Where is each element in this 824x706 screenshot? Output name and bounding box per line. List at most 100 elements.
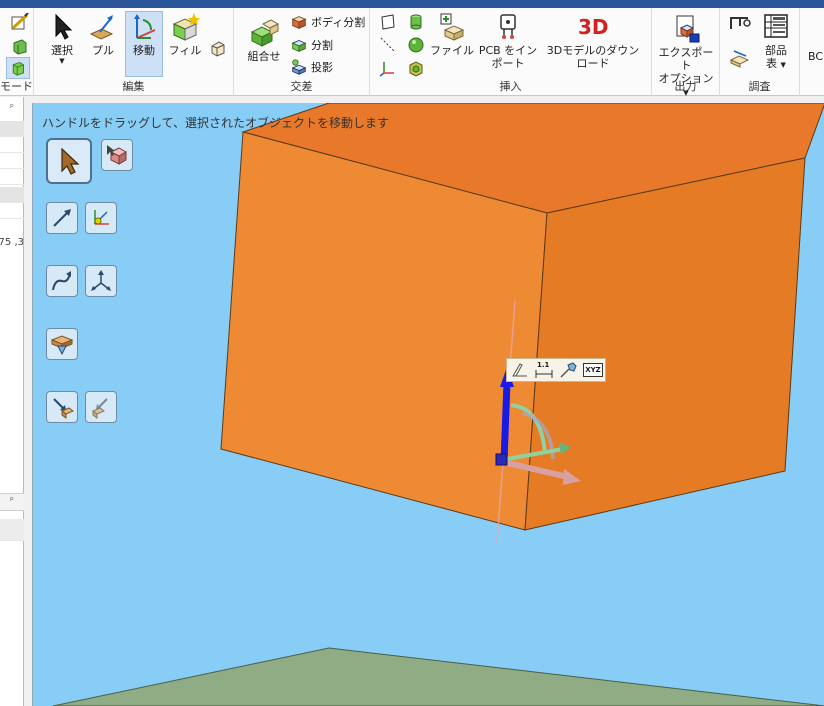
face-tool-icon[interactable] bbox=[208, 38, 228, 58]
select-button[interactable]: 選択 ▼ bbox=[42, 12, 82, 65]
ribbon-group-mode: モード bbox=[0, 8, 34, 96]
select-body-icon bbox=[107, 145, 128, 165]
pin-tool-icon[interactable] bbox=[558, 361, 578, 379]
select-arrow-icon bbox=[55, 13, 73, 40]
panel-row[interactable] bbox=[0, 169, 24, 185]
coordinate-readout: 3, 175 bbox=[0, 237, 24, 248]
bom-label-line1: 部品 bbox=[765, 44, 787, 57]
ruler-dimension-button[interactable] bbox=[46, 328, 78, 360]
path-curve-icon bbox=[52, 271, 71, 291]
anchor-tool-button[interactable] bbox=[85, 202, 117, 234]
panel-row[interactable] bbox=[0, 203, 24, 219]
select-tool-button[interactable] bbox=[46, 138, 92, 184]
download-3d-model-button[interactable]: 3D 3Dモデルのダウンロード bbox=[542, 12, 644, 70]
sphere-icon[interactable] bbox=[406, 35, 426, 55]
shell-icon[interactable] bbox=[406, 58, 426, 78]
ribbon-group-label: 調査 bbox=[748, 80, 771, 93]
move-button[interactable]: 移動 bbox=[125, 11, 163, 77]
xyz-coordinate-button[interactable]: XYZ bbox=[583, 363, 603, 377]
move-icon bbox=[134, 14, 156, 39]
axis-line-icon[interactable] bbox=[378, 35, 398, 55]
3d-viewport[interactable]: ハンドルをドラッグして、選択されたオブジェクトを移動します 1.1 XYZ bbox=[32, 103, 824, 706]
panel-row[interactable] bbox=[0, 137, 24, 153]
sketch-mode-icon[interactable] bbox=[10, 13, 30, 33]
ribbon-overflow-tab[interactable]: BC bbox=[808, 50, 823, 63]
pull-button[interactable]: プル bbox=[84, 12, 122, 57]
measure-block-icon[interactable] bbox=[728, 48, 752, 68]
ribbon-group-label: モード bbox=[0, 80, 33, 93]
ribbon-group-label: 編集 bbox=[122, 80, 145, 93]
project-button[interactable]: 投影 bbox=[290, 57, 333, 77]
fill-label: フィル bbox=[168, 44, 202, 57]
dimension-arrows-icon bbox=[535, 370, 553, 378]
3d-mode-button[interactable] bbox=[6, 57, 30, 79]
download-3d-label: 3Dモデルのダウンロード bbox=[546, 44, 640, 70]
move-z-arrow[interactable] bbox=[500, 382, 511, 462]
panel-row[interactable] bbox=[0, 121, 24, 137]
bom-caret[interactable]: ▼ bbox=[781, 61, 786, 69]
anchor-icon bbox=[94, 210, 109, 225]
export-options-label-line1: エクスポート bbox=[658, 46, 714, 72]
select-dropdown-caret[interactable]: ▼ bbox=[42, 57, 82, 65]
section-mode-icon[interactable] bbox=[10, 36, 30, 56]
split-button[interactable]: 分割 bbox=[290, 35, 333, 55]
split-body-label: ボディ分割 bbox=[311, 16, 366, 29]
ribbon: モード 選択 ▼ プル 移動 フィル 編集 組合せ ボディ分割 分割 投影 交差… bbox=[0, 8, 824, 97]
pcb-import-label-line1: PCB をイン bbox=[478, 44, 538, 57]
ribbon-group-label: 交差 bbox=[290, 80, 313, 93]
app-window: モード 選択 ▼ プル 移動 フィル 編集 組合せ ボディ分割 分割 投影 交差… bbox=[0, 0, 824, 706]
up-to-button[interactable] bbox=[46, 391, 78, 423]
up-to-alt-icon bbox=[92, 398, 108, 419]
pull-icon bbox=[89, 15, 114, 40]
ribbon-group-insert: ファイル PCB をイン ポート 3D 3Dモデルのダウンロード 挿入 bbox=[370, 8, 652, 96]
caliper-icon[interactable] bbox=[728, 14, 752, 34]
insert-file-button[interactable]: ファイル bbox=[430, 12, 474, 57]
pcb-import-icon bbox=[500, 14, 516, 39]
up-to-alt-button[interactable] bbox=[85, 391, 117, 423]
ruler-icon[interactable] bbox=[510, 361, 530, 379]
direction-arrow-icon bbox=[53, 209, 71, 227]
select-label: 選択 bbox=[51, 44, 73, 57]
scene-canvas[interactable] bbox=[33, 103, 824, 706]
insert-file-label: ファイル bbox=[430, 44, 474, 57]
file-insert-icon bbox=[440, 13, 465, 41]
panel-row[interactable] bbox=[0, 519, 24, 541]
select-arrow-icon bbox=[61, 147, 80, 175]
ground-plane[interactable] bbox=[52, 647, 824, 706]
fill-button[interactable]: フィル bbox=[166, 12, 204, 57]
structure-panel: ᵖ 3, 175 ᵖ bbox=[0, 97, 24, 706]
split-body-icon bbox=[291, 16, 307, 29]
panel-divider[interactable]: ᵖ bbox=[0, 493, 24, 511]
panel-row[interactable] bbox=[0, 187, 24, 203]
move-origin-anchor[interactable] bbox=[495, 453, 508, 466]
multi-arrow-icon bbox=[91, 270, 111, 291]
dimension-button[interactable]: 1.1 bbox=[534, 361, 554, 379]
multi-direction-button[interactable] bbox=[85, 265, 117, 297]
split-body-button[interactable]: ボディ分割 bbox=[290, 12, 365, 32]
pcb-import-button[interactable]: PCB をイン ポート bbox=[478, 12, 538, 70]
pin-icon[interactable]: ᵖ bbox=[10, 103, 14, 113]
path-move-button[interactable] bbox=[46, 265, 78, 297]
ribbon-group-intersect: 組合せ ボディ分割 分割 投影 交差 bbox=[234, 8, 370, 96]
select-body-button[interactable] bbox=[101, 139, 133, 171]
dimension-label: 1.1 bbox=[537, 361, 550, 369]
cylinder-icon[interactable] bbox=[406, 12, 426, 32]
ribbon-group-investigate: 部品 表 ▼ 調査 bbox=[720, 8, 800, 96]
bom-icon bbox=[764, 14, 788, 38]
bom-button[interactable]: 部品 表 ▼ bbox=[756, 12, 796, 72]
bom-label-line2: 表 bbox=[766, 57, 778, 70]
download-3d-icon: 3D bbox=[578, 15, 609, 39]
project-icon bbox=[291, 59, 307, 75]
plane-icon[interactable] bbox=[378, 12, 398, 32]
pin-icon[interactable]: ᵖ bbox=[10, 496, 14, 506]
ribbon-group-output: エクスポート オプション ▼ 出力 bbox=[652, 8, 720, 97]
pull-label: プル bbox=[92, 44, 114, 57]
ruler-block-icon bbox=[50, 335, 74, 356]
move-direction-button[interactable] bbox=[46, 202, 78, 234]
viewport-hint-text: ハンドルをドラッグして、選択されたオブジェクトを移動します bbox=[42, 116, 390, 130]
panel-row[interactable] bbox=[0, 153, 24, 169]
combine-button[interactable]: 組合せ bbox=[240, 18, 288, 63]
fill-icon bbox=[172, 13, 200, 41]
combine-label: 組合せ bbox=[247, 50, 281, 63]
origin-icon[interactable] bbox=[378, 58, 398, 78]
